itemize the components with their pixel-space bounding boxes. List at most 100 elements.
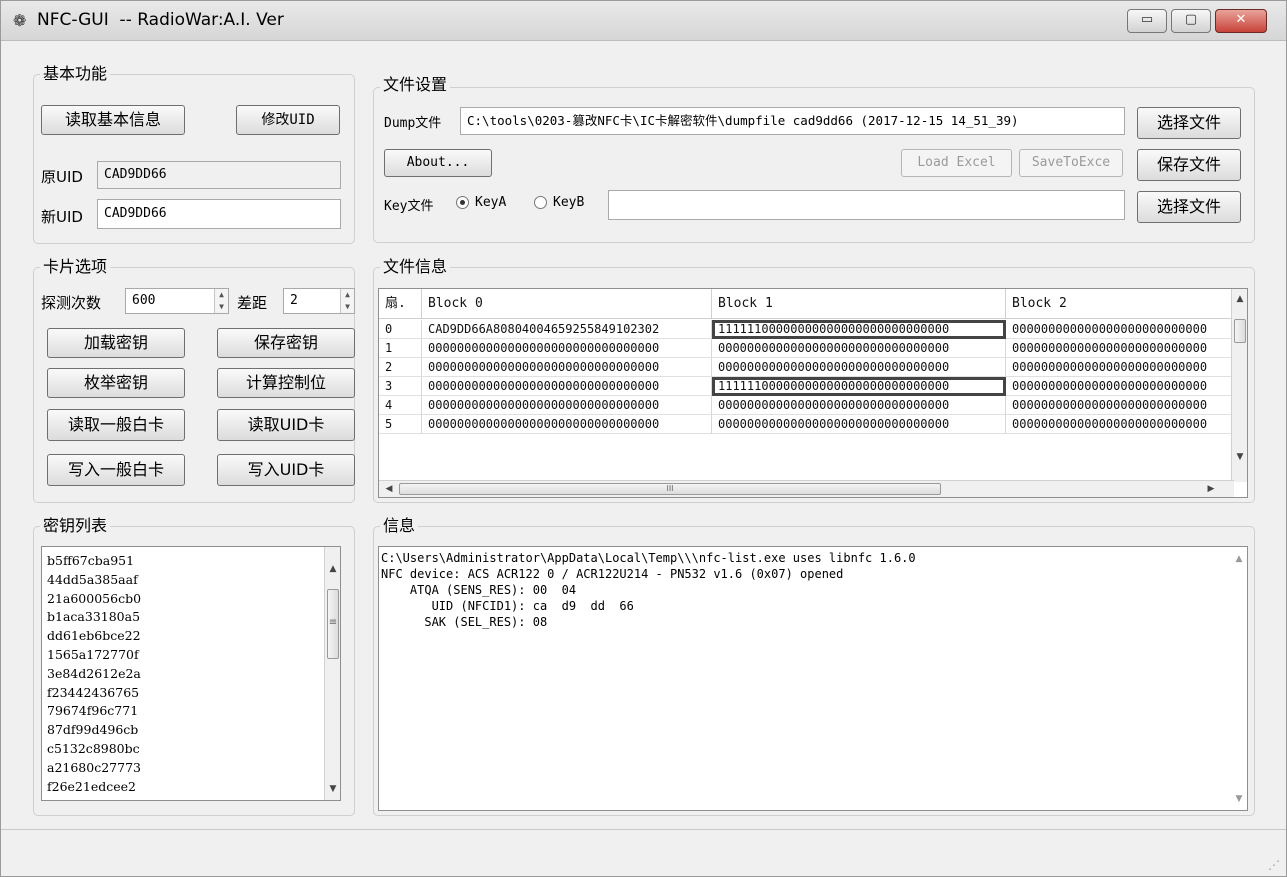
sector-cell[interactable]: 5	[379, 415, 422, 434]
table-row[interactable]: 5 00000000000000000000000000000000 0000000…	[379, 415, 1234, 434]
scroll-left-icon[interactable]: ◀	[381, 481, 397, 497]
load-key-button[interactable]: 加载密钥	[47, 328, 185, 358]
block-cell[interactable]: 11111100000000000000000000000000	[712, 377, 1006, 396]
choose-key-file-button[interactable]: 选择文件	[1137, 191, 1241, 223]
list-item[interactable]: b5ff67cba951	[47, 553, 134, 569]
scroll-right-icon[interactable]: ▶	[1203, 481, 1219, 497]
save-file-button[interactable]: 保存文件	[1137, 149, 1241, 181]
list-item[interactable]: 44dd5a385aaf	[47, 572, 138, 588]
key-a-radio[interactable]	[456, 196, 469, 209]
list-item[interactable]: 21a600056cb0	[47, 591, 141, 607]
read-basic-info-button[interactable]: 读取基本信息	[41, 105, 185, 135]
enumerate-key-button[interactable]: 枚举密钥	[47, 368, 185, 398]
close-button[interactable]: ✕	[1215, 9, 1267, 33]
scroll-up-icon[interactable]: ▲	[1232, 291, 1247, 307]
block-cell[interactable]: 00000000000000000000000000000000	[712, 396, 1006, 415]
block-cell[interactable]: 00000000000000000000000000000000	[422, 377, 712, 396]
load-excel-button[interactable]: Load Excel	[901, 149, 1012, 177]
list-item[interactable]: c5132c8980bc	[47, 741, 140, 757]
block-cell[interactable]: 000000000000000000000000000	[1006, 320, 1234, 339]
close-icon: ✕	[1235, 12, 1247, 27]
title-bar[interactable]: ❁ NFC-GUI -- RadioWar:A.I. Ver ▭ ▢ ✕	[1, 1, 1286, 41]
gap-stepper[interactable]: 2 ▲ ▼	[283, 288, 355, 314]
column-header-block-0[interactable]: Block 0	[422, 289, 712, 319]
scroll-thumb[interactable]: ≡	[327, 589, 339, 659]
spin-arrows-icon[interactable]: ▲ ▼	[340, 289, 354, 313]
info-line: UID (NFCID1): ca d9 dd 66	[381, 599, 634, 613]
table-row[interactable]: 0 CAD9DD66A8080400465925584910230​2 111111…	[379, 320, 1234, 339]
sector-cell[interactable]: 3	[379, 377, 422, 396]
sector-cell[interactable]: 0	[379, 320, 422, 339]
table-row[interactable]: 3 00000000000000000000000000000000 1111110…	[379, 377, 1234, 396]
orig-uid-field[interactable]: CAD9DD66	[97, 161, 341, 189]
column-header-sector[interactable]: 扇.	[379, 289, 422, 319]
scroll-down-icon[interactable]: ▼	[1231, 791, 1247, 807]
sector-cell[interactable]: 4	[379, 396, 422, 415]
key-b-radio[interactable]	[534, 196, 547, 209]
resize-grip-icon[interactable]: ⋰	[1268, 859, 1280, 871]
list-item[interactable]: 3e84d2612e2a	[47, 666, 141, 682]
key-listbox[interactable]: b5ff67cba951 44dd5a385aaf 21a600056cb0 b1ac…	[41, 546, 341, 801]
scroll-up-icon[interactable]: ▲	[325, 561, 340, 577]
block-cell[interactable]: 000000000000000000000000000	[1006, 415, 1234, 434]
block-cell[interactable]: CAD9DD66A8080400465925584910230​2	[422, 320, 712, 339]
write-uid-card-button[interactable]: 写入UID卡	[217, 454, 355, 486]
table-row[interactable]: 4 00000000000000000000000000000000 0000000…	[379, 396, 1234, 415]
list-item[interactable]: 1565a172770f	[47, 647, 139, 663]
block-data-grid[interactable]: 扇. Block 0 Block 1 Block 2 0 CAD9DD66A808…	[378, 288, 1248, 498]
block-cell[interactable]: 000000000000000000000000000	[1006, 396, 1234, 415]
new-uid-input[interactable]: CAD9DD66	[97, 199, 341, 229]
block-cell[interactable]: 00000000000000000000000000000000	[422, 358, 712, 377]
file-settings-title: 文件设置	[380, 76, 451, 94]
key-list-scrollbar[interactable]: ▲ ≡ ▼	[324, 547, 340, 800]
choose-dump-file-button[interactable]: 选择文件	[1137, 107, 1241, 139]
list-item[interactable]: b1aca33180a5	[47, 609, 140, 625]
block-cell[interactable]: 00000000000000000000000000000000	[422, 339, 712, 358]
scroll-thumb[interactable]	[1234, 319, 1246, 343]
column-header-block-1[interactable]: Block 1	[712, 289, 1006, 319]
list-item[interactable]: 79674f96c771	[47, 703, 138, 719]
key-a-label: KeyA	[475, 195, 507, 210]
scroll-down-icon[interactable]: ▼	[325, 781, 340, 797]
scroll-up-icon[interactable]: ▲	[1231, 551, 1247, 567]
list-item[interactable]: dd61eb6bce22	[47, 628, 141, 644]
table-row[interactable]: 1 00000000000000000000000000000000 0000000…	[379, 339, 1234, 358]
read-uid-card-button[interactable]: 读取UID卡	[217, 409, 355, 441]
grid-vertical-scrollbar[interactable]: ▲ ▼	[1231, 289, 1247, 482]
spin-arrows-icon[interactable]: ▲ ▼	[214, 289, 228, 313]
block-cell[interactable]: 000000000000000000000000000	[1006, 377, 1234, 396]
sector-cell[interactable]: 1	[379, 339, 422, 358]
minimize-button[interactable]: ▭	[1127, 9, 1167, 33]
table-row[interactable]: 2 00000000000000000000000000000000 0000000…	[379, 358, 1234, 377]
save-to-excel-button[interactable]: SaveToExce	[1019, 149, 1123, 177]
save-key-button[interactable]: 保存密钥	[217, 328, 355, 358]
about-button[interactable]: About...	[384, 149, 492, 177]
block-cell[interactable]: 000000000000000000000000000	[1006, 339, 1234, 358]
block-cell[interactable]: 00000000000000000000000000000000	[712, 415, 1006, 434]
info-log-textbox[interactable]: C:\Users\Administrator\AppData\Local\Tem…	[378, 546, 1248, 811]
block-cell[interactable]: 00000000000000000000000000000000	[422, 415, 712, 434]
block-cell[interactable]: 00000000000000000000000000000000	[422, 396, 712, 415]
dump-file-path-input[interactable]: C:\tools\0203-篡改NFC卡\IC卡解密软件\dumpfile ca…	[460, 107, 1125, 135]
grid-horizontal-scrollbar[interactable]: ◀ III ▶	[379, 480, 1234, 497]
read-white-card-button[interactable]: 读取一般白卡	[47, 409, 185, 441]
sector-cell[interactable]: 2	[379, 358, 422, 377]
calc-control-bits-button[interactable]: 计算控制位	[217, 368, 355, 398]
list-item[interactable]: f23442436765	[47, 685, 139, 701]
key-file-path-input[interactable]	[608, 190, 1125, 220]
column-header-block-2[interactable]: Block 2	[1006, 289, 1234, 319]
scroll-down-icon[interactable]: ▼	[1232, 449, 1247, 465]
maximize-button[interactable]: ▢	[1171, 9, 1211, 33]
horizontal-scroll-thumb[interactable]: III	[399, 483, 941, 495]
modify-uid-button[interactable]: 修改UID	[236, 105, 340, 135]
list-item[interactable]: f26e21edcee2	[47, 779, 136, 795]
block-cell[interactable]: 00000000000000000000000000000000	[712, 358, 1006, 377]
list-item[interactable]: 87df99d496cb	[47, 722, 138, 738]
info-scrollbar[interactable]: ▲ ▼	[1231, 547, 1247, 810]
block-cell[interactable]: 00000000000000000000000000000000	[712, 339, 1006, 358]
block-cell[interactable]: 000000000000000000000000000	[1006, 358, 1234, 377]
write-white-card-button[interactable]: 写入一般白卡	[47, 454, 185, 486]
detect-count-stepper[interactable]: 600 ▲ ▼	[125, 288, 229, 314]
block-cell[interactable]: 11111100000000000000000000000000	[712, 320, 1006, 339]
list-item[interactable]: a21680c27773	[47, 760, 141, 776]
